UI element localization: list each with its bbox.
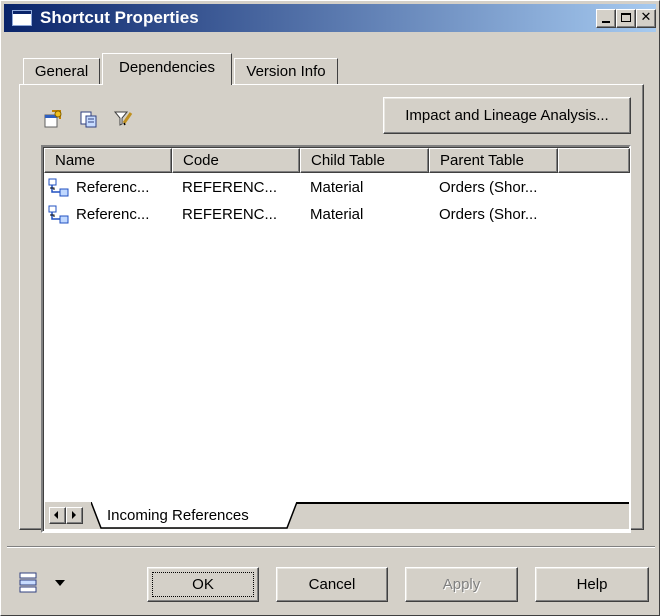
maximize-icon [621,13,631,22]
maximize-button[interactable] [616,9,636,28]
impact-lineage-label: Impact and Lineage Analysis... [405,107,609,124]
window-title: Shortcut Properties [40,8,199,27]
cell-parent-table: Orders (Shor... [439,179,538,196]
cell-code: REFERENC... [182,179,278,196]
properties-icon[interactable] [43,109,63,129]
tab-label: Dependencies [119,59,215,76]
cell-parent-table: Orders (Shor... [439,206,538,223]
column-header-filler [558,148,630,173]
sheet-tab-baseline [297,502,629,504]
apply-button[interactable]: Apply [405,567,518,602]
close-icon: ✕ [640,10,652,25]
column-header-name[interactable]: Name [44,148,172,173]
cancel-button[interactable]: Cancel [276,567,388,602]
filter-icon[interactable] [113,109,133,129]
dependencies-list[interactable]: Name Code Child Table Parent Table Refer… [41,145,631,533]
sheet-tab-label: Incoming References [107,507,249,524]
apply-label: Apply [442,576,481,593]
tools-menu-icon[interactable] [18,571,40,595]
cell-child-table: Material [310,206,364,223]
tab-version-info[interactable]: Version Info [234,58,338,84]
title-bar[interactable]: Shortcut Properties ✕ [4,4,656,32]
list-item[interactable]: Referenc... REFERENC... Material Orders … [44,202,629,229]
close-button[interactable]: ✕ [636,9,656,28]
reference-shortcut-icon [48,178,69,197]
impact-lineage-analysis-button[interactable]: Impact and Lineage Analysis... [383,97,631,134]
column-header-parent-table[interactable]: Parent Table [429,148,558,173]
tab-label: Version Info [246,63,326,80]
column-header-code[interactable]: Code [172,148,300,173]
cancel-label: Cancel [308,576,356,593]
help-button[interactable]: Help [535,567,649,602]
help-label: Help [576,576,608,593]
list-item[interactable]: Referenc... REFERENC... Material Orders … [44,175,629,202]
cell-name: Referenc... [76,206,150,223]
arrow-right-icon [72,511,76,519]
ok-button[interactable]: OK [147,567,259,602]
footer-separator [7,546,655,548]
tab-general[interactable]: General [23,58,100,84]
ok-label: OK [192,576,214,593]
window-icon [12,10,32,26]
tab-label: General [34,63,89,80]
arrow-left-icon [54,511,58,519]
copy-icon[interactable] [79,109,99,129]
minimize-button[interactable] [596,9,616,28]
cell-code: REFERENC... [182,206,278,223]
tab-dependencies[interactable]: Dependencies [102,53,232,85]
list-header: Name Code Child Table Parent Table [44,148,630,173]
sheet-tab-incoming-references[interactable]: Incoming References [91,502,291,529]
scroll-right-button[interactable] [66,507,83,524]
cell-child-table: Material [310,179,364,196]
shortcut-properties-dialog: Shortcut Properties ✕ General Dependenci… [0,0,660,616]
reference-shortcut-icon [48,205,69,224]
cell-name: Referenc... [76,179,150,196]
scroll-left-button[interactable] [49,507,66,524]
minimize-icon [602,21,610,23]
sheet-tab-bar: Incoming References [45,502,629,529]
column-header-child-table[interactable]: Child Table [300,148,429,173]
chevron-down-icon[interactable] [55,580,65,586]
